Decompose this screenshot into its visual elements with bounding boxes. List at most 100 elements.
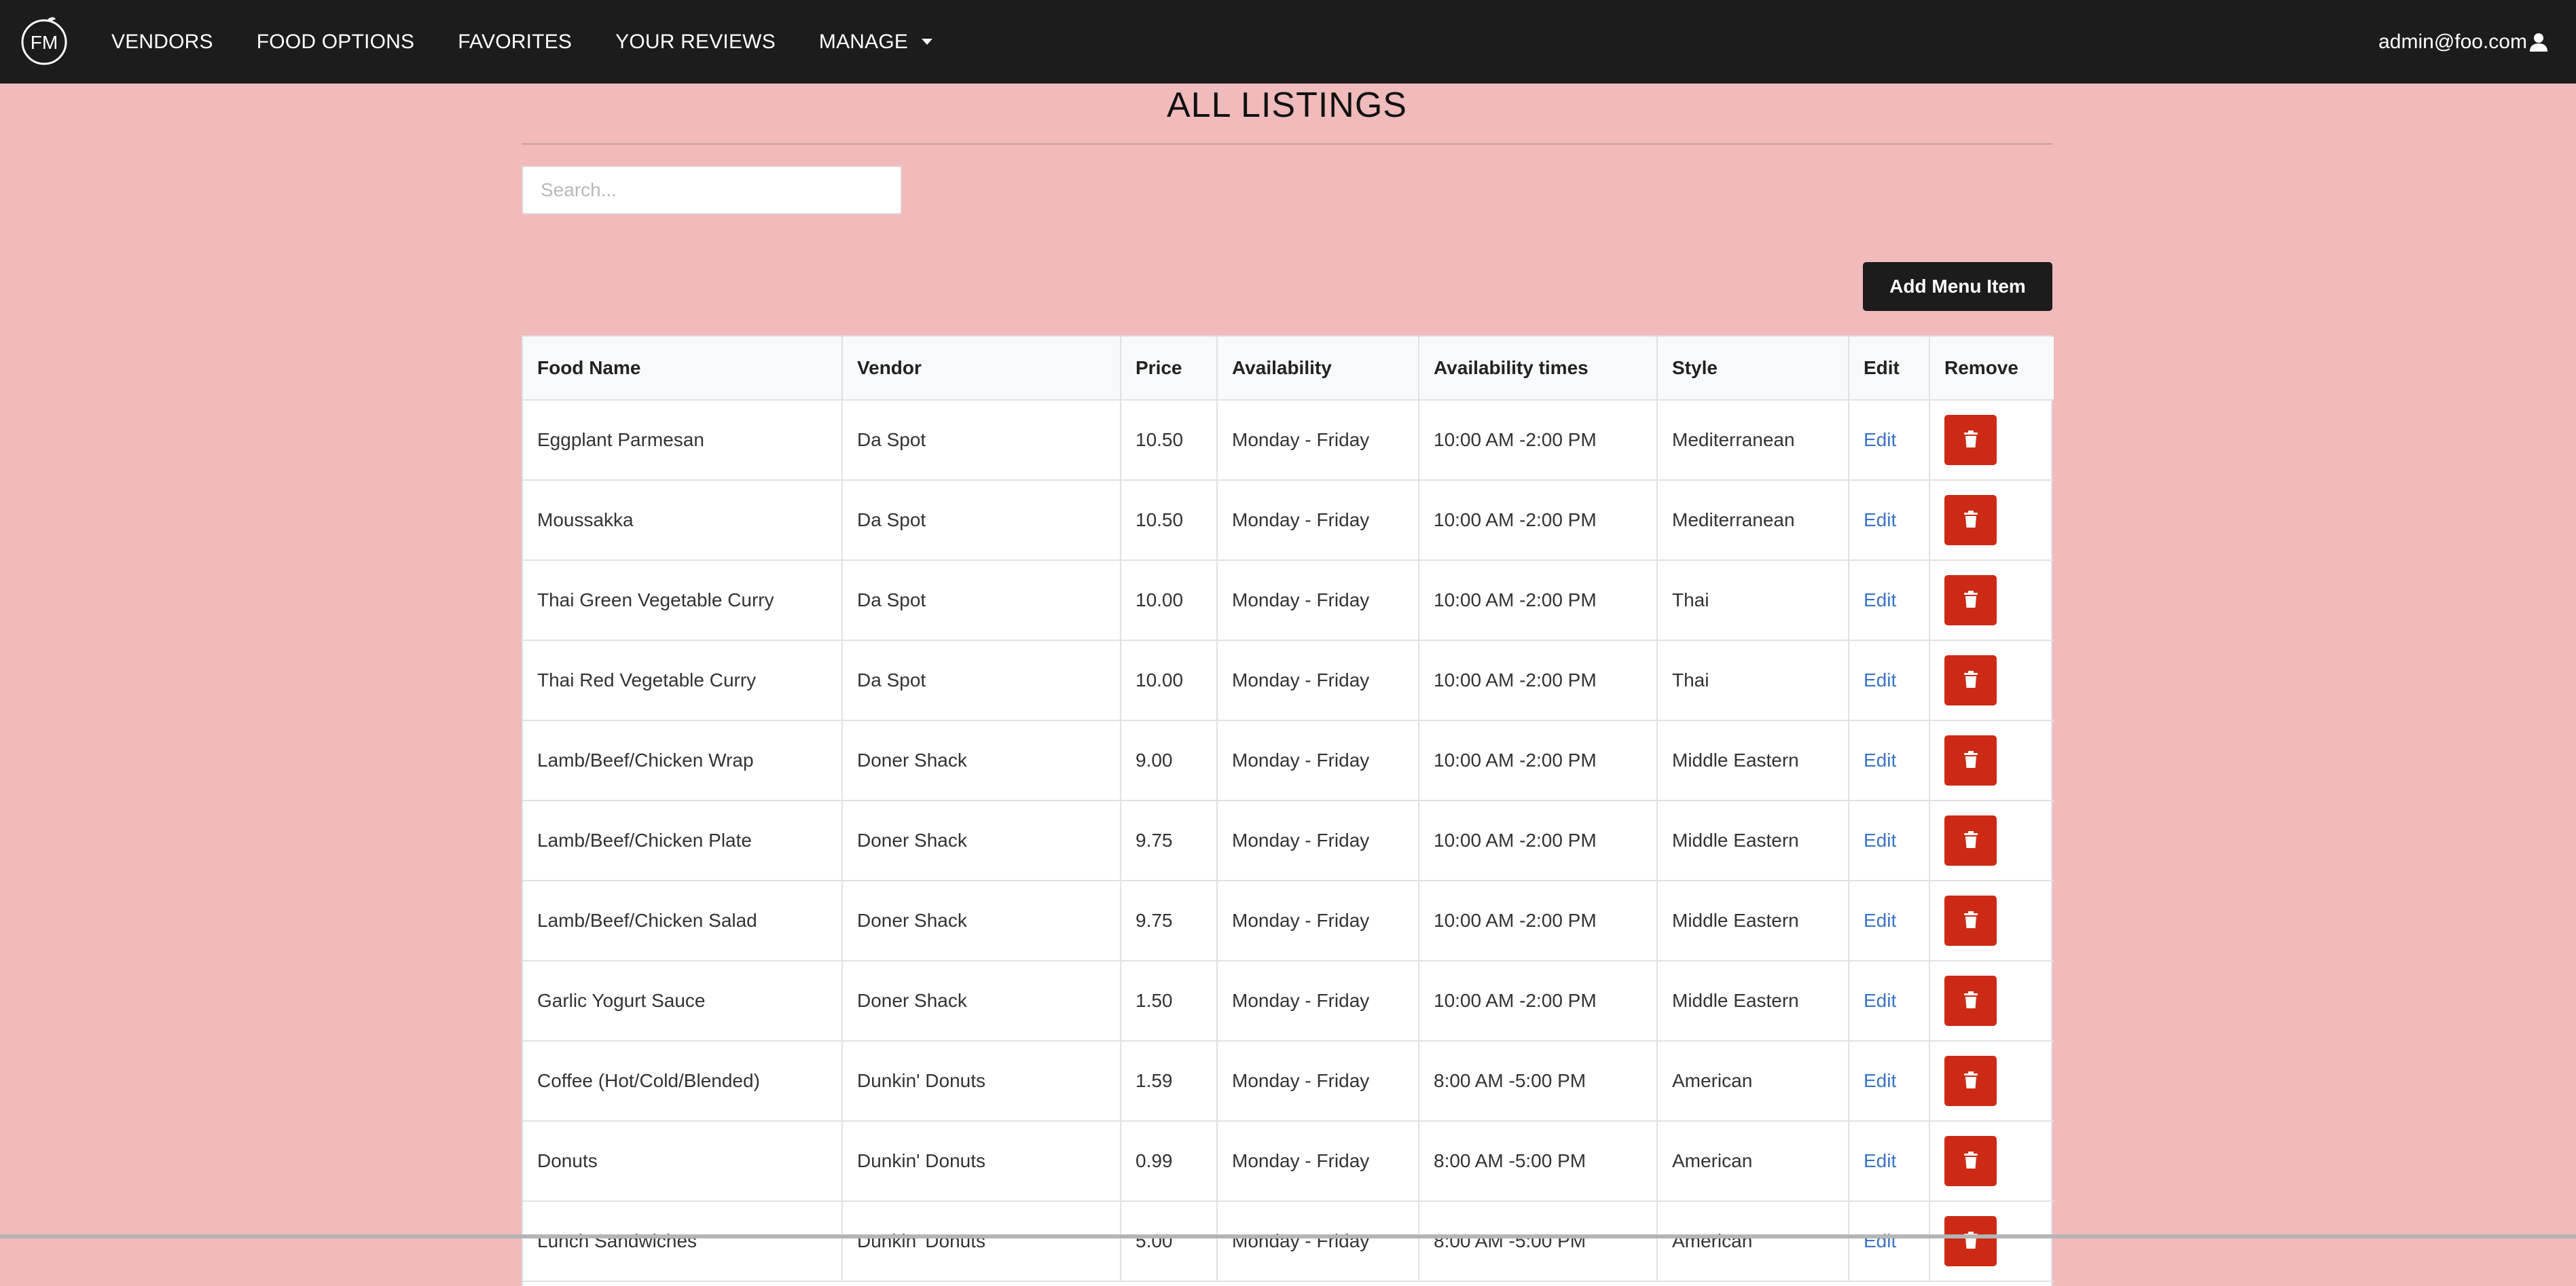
delete-button[interactable] — [1944, 1136, 1997, 1186]
search-input[interactable] — [522, 166, 902, 215]
cell-availability: Monday - Friday — [1217, 961, 1419, 1042]
nav-your-reviews[interactable]: YOUR REVIEWS — [615, 31, 776, 54]
table-header-row: Food Name Vendor Price Availability Avai… — [523, 337, 2054, 401]
nav-food-options[interactable]: FOOD OPTIONS — [257, 31, 414, 54]
delete-button[interactable] — [1944, 896, 1997, 946]
cell-price: 9.00 — [1121, 720, 1218, 801]
nav-vendors[interactable]: VENDORS — [111, 31, 213, 54]
cell-remove — [1929, 640, 2054, 721]
cell-availability-times: 10:00 AM -2:00 PM — [1419, 560, 1658, 641]
table-row: Lunch Sandwiches Dunkin' Donuts 5.00 Monday… — [523, 1201, 2054, 1282]
cell-price: 10.50 — [1121, 400, 1218, 481]
user-icon — [2530, 33, 2547, 52]
cell-availability: Monday - Friday — [1217, 801, 1419, 881]
cell-remove — [1929, 480, 2054, 561]
header-edit: Edit — [1849, 337, 1930, 401]
caret-down-icon — [922, 39, 933, 45]
cell-price: 10.50 — [1121, 480, 1218, 561]
cell-vendor: Da Spot — [842, 640, 1121, 721]
nav-manage-label: MANAGE — [818, 30, 909, 53]
cell-availability: Monday - Friday — [1217, 720, 1419, 801]
delete-button[interactable] — [1944, 735, 1997, 786]
table-row: Lamb/Beef/Chicken Plate Doner Shack 9.75 Mo… — [523, 801, 2054, 881]
cell-edit: Edit — [1849, 400, 1930, 481]
header-style[interactable]: Style — [1657, 337, 1849, 401]
edit-link[interactable]: Edit — [1864, 429, 1896, 450]
cell-vendor: Dunkin' Donuts — [842, 1121, 1121, 1202]
cell-vendor: Dunkin' Donuts — [842, 1041, 1121, 1122]
header-vendor[interactable]: Vendor — [842, 337, 1121, 401]
cell-style: Middle Eastern — [1657, 961, 1849, 1042]
header-availability[interactable]: Availability — [1217, 337, 1419, 401]
user-email: admin@foo.com — [2378, 30, 2527, 53]
cell-availability: Monday - Friday — [1217, 480, 1419, 561]
cell-food-name: Thai Green Vegetable Curry — [523, 560, 843, 641]
trash-icon — [1963, 590, 1978, 610]
cell-style: Mediterranean — [1657, 480, 1849, 561]
edit-link[interactable]: Edit — [1864, 750, 1896, 771]
cell-edit: Edit — [1849, 961, 1930, 1042]
edit-link[interactable]: Edit — [1864, 1070, 1896, 1091]
trash-icon — [1963, 1071, 1978, 1091]
title-divider — [522, 143, 2052, 145]
cell-availability-times: 8:00 AM -5:00 PM — [1419, 1201, 1658, 1282]
delete-button[interactable] — [1944, 1056, 1997, 1106]
cell-remove — [1929, 560, 2054, 641]
user-menu[interactable]: admin@foo.com — [2378, 0, 2549, 84]
delete-button[interactable] — [1944, 415, 1997, 465]
header-food-name[interactable]: Food Name — [523, 337, 843, 401]
table-row: Thai Red Vegetable Curry Da Spot 10.00 Mond… — [523, 640, 2054, 721]
cell-availability: Monday - Friday — [1217, 400, 1419, 481]
cell-price: 5.00 — [1121, 1201, 1218, 1282]
trash-icon — [1963, 991, 1978, 1011]
edit-link[interactable]: Edit — [1864, 990, 1896, 1011]
cell-availability: Monday - Friday — [1217, 1041, 1419, 1122]
logo-icon[interactable]: FM — [19, 15, 69, 65]
delete-button[interactable] — [1944, 815, 1997, 866]
header-availability-times[interactable]: Availability times — [1419, 337, 1658, 401]
cell-availability: Monday - Friday — [1217, 881, 1419, 961]
cell-availability-times: 10:00 AM -2:00 PM — [1419, 720, 1658, 801]
edit-link[interactable]: Edit — [1864, 830, 1896, 851]
cell-food-name: Eggplant Parmesan — [523, 400, 843, 481]
edit-link[interactable]: Edit — [1864, 589, 1896, 610]
delete-button[interactable] — [1944, 575, 1997, 625]
trash-icon — [1963, 1151, 1978, 1171]
cell-vendor: Da Spot — [842, 560, 1121, 641]
cell-vendor: Doner Shack — [842, 881, 1121, 961]
edit-link[interactable]: Edit — [1864, 1230, 1896, 1251]
table-row: Coffee (Hot/Cold/Blended) Dunkin' Donuts 1… — [523, 1041, 2054, 1122]
top-navbar: FM VENDORS FOOD OPTIONS FAVORITES YOUR R… — [0, 0, 2576, 84]
edit-link[interactable]: Edit — [1864, 910, 1896, 931]
delete-button[interactable] — [1944, 655, 1997, 705]
cell-remove — [1929, 1201, 2054, 1282]
page-title: ALL LISTINGS — [1167, 86, 1407, 125]
header-price[interactable]: Price — [1121, 337, 1218, 401]
scrollbar-track[interactable] — [0, 1234, 2576, 1238]
cell-edit: Edit — [1849, 881, 1930, 961]
cell-edit: Edit — [1849, 720, 1930, 801]
cell-edit: Edit — [1849, 640, 1930, 721]
cell-availability-times: 10:00 AM -2:00 PM — [1419, 801, 1658, 881]
add-menu-item-button[interactable]: Add Menu Item — [1863, 262, 2052, 311]
cell-availability: Monday - Friday — [1217, 1201, 1419, 1282]
table-row: Moussakka Da Spot 10.50 Monday - Friday 10:0… — [523, 480, 2054, 561]
delete-button[interactable] — [1944, 1216, 1997, 1266]
cell-remove — [1929, 1121, 2054, 1202]
header-remove: Remove — [1929, 337, 2054, 401]
cell-edit: Edit — [1849, 801, 1930, 881]
cell-price: 1.59 — [1121, 1041, 1218, 1122]
table-row: Lamb/Beef/Chicken Wrap Doner Shack 9.00 Mon… — [523, 720, 2054, 801]
edit-link[interactable]: Edit — [1864, 509, 1896, 530]
cell-food-name: Lamb/Beef/Chicken Plate — [523, 801, 843, 881]
edit-link[interactable]: Edit — [1864, 1150, 1896, 1171]
cell-availability-times: 8:00 AM -5:00 PM — [1419, 1121, 1658, 1202]
nav-favorites[interactable]: FAVORITES — [458, 31, 572, 54]
delete-button[interactable] — [1944, 976, 1997, 1026]
cell-food-name: Lunch Sandwiches — [523, 1201, 843, 1282]
delete-button[interactable] — [1944, 495, 1997, 545]
nav-manage-dropdown[interactable]: MANAGE — [818, 30, 933, 54]
edit-link[interactable]: Edit — [1864, 669, 1896, 691]
cell-style: Mediterranean — [1657, 400, 1849, 481]
cell-availability-times: 10:00 AM -2:00 PM — [1419, 961, 1658, 1042]
